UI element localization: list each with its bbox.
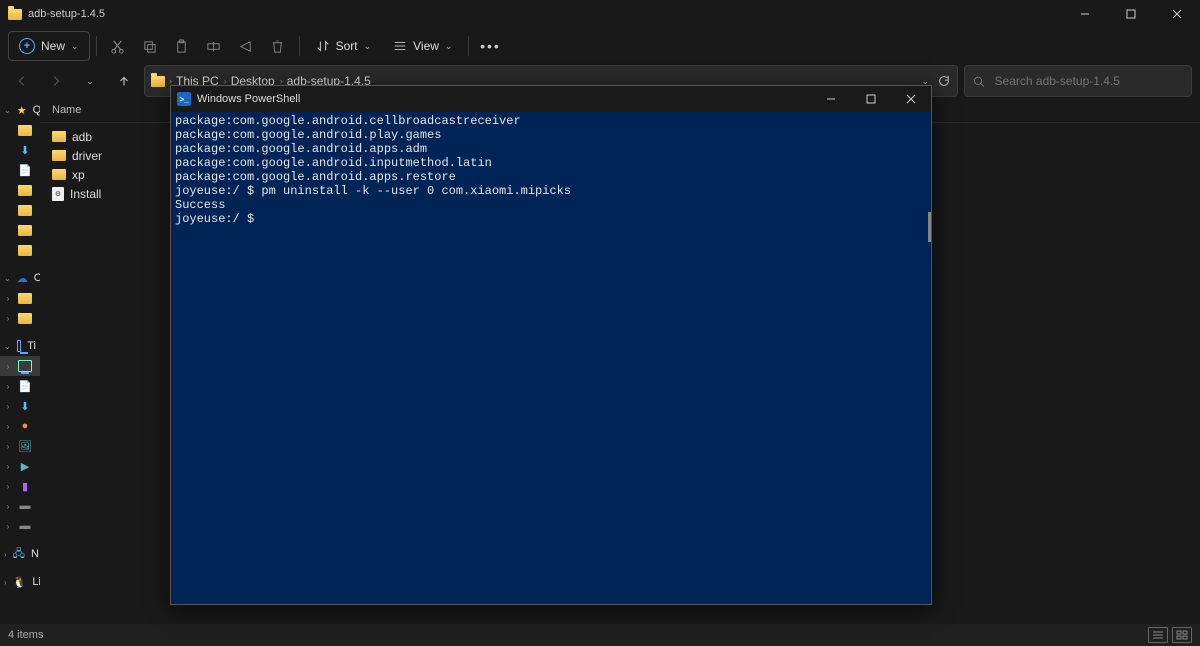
sidebar-onedrive[interactable]: ⌄☁O xyxy=(0,268,40,288)
sidebar-item[interactable]: ›📄 xyxy=(0,376,40,396)
folder-icon xyxy=(8,9,22,20)
chevron-down-icon: ⌄ xyxy=(71,41,79,52)
sidebar-quickaccess[interactable]: ⌄★Q xyxy=(0,100,40,120)
cut-button[interactable] xyxy=(103,32,133,60)
sidebar-item[interactable] xyxy=(0,240,40,260)
sidebar-network[interactable]: ›🖧N xyxy=(0,544,40,564)
search-input[interactable] xyxy=(993,73,1183,89)
sort-label: Sort xyxy=(336,39,358,53)
folder-icon xyxy=(52,169,66,180)
sidebar-item[interactable]: ›⬇ xyxy=(0,396,40,416)
folder-icon xyxy=(52,150,66,161)
powershell-terminal[interactable]: package:com.google.android.cellbroadcast… xyxy=(171,112,931,604)
terminal-scrollbar[interactable] xyxy=(928,212,931,242)
close-button[interactable] xyxy=(1154,0,1200,28)
chevron-down-icon: ⌄ xyxy=(445,41,453,52)
recent-button[interactable]: ⌄ xyxy=(76,67,104,95)
separator xyxy=(299,36,300,56)
sidebar-item[interactable]: ›▮ xyxy=(0,476,40,496)
separator xyxy=(468,36,469,56)
sidebar-item[interactable] xyxy=(0,220,40,240)
ps-maximize-button[interactable] xyxy=(851,86,891,112)
chevron-down-icon: ⌄ xyxy=(364,41,372,52)
rename-button[interactable] xyxy=(199,32,229,60)
powershell-titlebar[interactable]: >_ Windows PowerShell xyxy=(171,86,931,112)
explorer-sidebar: ⌄★Q ⬇ 📄 ⌄☁O › › ⌄Ti › ›📄 ›⬇ ›● ›🖼 ›▶ ›▮ … xyxy=(0,98,40,646)
separator xyxy=(96,36,97,56)
terminal-line: package:com.google.android.play.games xyxy=(175,128,927,142)
sort-button[interactable]: Sort ⌄ xyxy=(306,32,382,60)
powershell-title: Windows PowerShell xyxy=(197,93,300,105)
sidebar-item[interactable]: ›● xyxy=(0,416,40,436)
sidebar-item[interactable] xyxy=(0,200,40,220)
more-button[interactable]: ••• xyxy=(475,32,505,60)
sidebar-item[interactable] xyxy=(0,120,40,140)
new-button[interactable]: + New ⌄ xyxy=(8,31,90,61)
terminal-line: package:com.google.android.inputmethod.l… xyxy=(175,156,927,170)
ps-close-button[interactable] xyxy=(891,86,931,112)
col-name[interactable]: Name xyxy=(52,104,81,116)
explorer-titlebar: adb-setup-1.4.5 xyxy=(0,0,1200,28)
search-box[interactable] xyxy=(964,65,1192,97)
sidebar-item[interactable] xyxy=(0,180,40,200)
explorer-toolbar: + New ⌄ Sort ⌄ View ⌄ ••• xyxy=(0,28,1200,64)
search-icon xyxy=(973,75,985,88)
refresh-icon[interactable] xyxy=(937,74,951,88)
details-view-icon[interactable] xyxy=(1148,627,1168,643)
sidebar-item[interactable]: › xyxy=(0,288,40,308)
terminal-line: package:com.google.android.cellbroadcast… xyxy=(175,114,927,128)
ps-minimize-button[interactable] xyxy=(811,86,851,112)
forward-button[interactable] xyxy=(42,67,70,95)
powershell-window: >_ Windows PowerShell package:com.google… xyxy=(170,85,932,605)
sidebar-item[interactable]: 📄 xyxy=(0,160,40,180)
sidebar-linux[interactable]: ›🐧Li xyxy=(0,572,40,592)
sidebar-item-desktop[interactable]: › xyxy=(0,356,40,376)
folder-icon xyxy=(52,131,66,142)
batch-file-icon: ⚙ xyxy=(52,187,64,201)
item-count: 4 items xyxy=(8,629,43,641)
new-label: New xyxy=(41,39,65,53)
window-title: adb-setup-1.4.5 xyxy=(28,8,105,20)
terminal-line: joyeuse:/ $ pm uninstall -k --user 0 com… xyxy=(175,184,927,198)
plus-icon: + xyxy=(19,38,35,54)
copy-button[interactable] xyxy=(135,32,165,60)
powershell-icon: >_ xyxy=(177,92,191,106)
maximize-button[interactable] xyxy=(1108,0,1154,28)
sidebar-item[interactable]: › xyxy=(0,308,40,328)
terminal-line: Success xyxy=(175,198,927,212)
grid-view-icon[interactable] xyxy=(1172,627,1192,643)
terminal-prompt: joyeuse:/ $ xyxy=(175,212,927,226)
sidebar-item[interactable]: ›🖼 xyxy=(0,436,40,456)
sidebar-item[interactable]: ›▶ xyxy=(0,456,40,476)
folder-icon xyxy=(151,76,165,87)
paste-button[interactable] xyxy=(167,32,197,60)
status-bar: 4 items xyxy=(0,624,1200,646)
sidebar-item[interactable]: ›▬ xyxy=(0,516,40,536)
sidebar-item[interactable]: ›▬ xyxy=(0,496,40,516)
view-button[interactable]: View ⌄ xyxy=(383,32,462,60)
up-button[interactable] xyxy=(110,67,138,95)
sidebar-thispc[interactable]: ⌄Ti xyxy=(0,336,40,356)
minimize-button[interactable] xyxy=(1062,0,1108,28)
share-button[interactable] xyxy=(231,32,261,60)
terminal-line: package:com.google.android.apps.restore xyxy=(175,170,927,184)
back-button[interactable] xyxy=(8,67,36,95)
delete-button[interactable] xyxy=(263,32,293,60)
terminal-line: package:com.google.android.apps.adm xyxy=(175,142,927,156)
sidebar-item[interactable]: ⬇ xyxy=(0,140,40,160)
view-label: View xyxy=(413,39,439,53)
